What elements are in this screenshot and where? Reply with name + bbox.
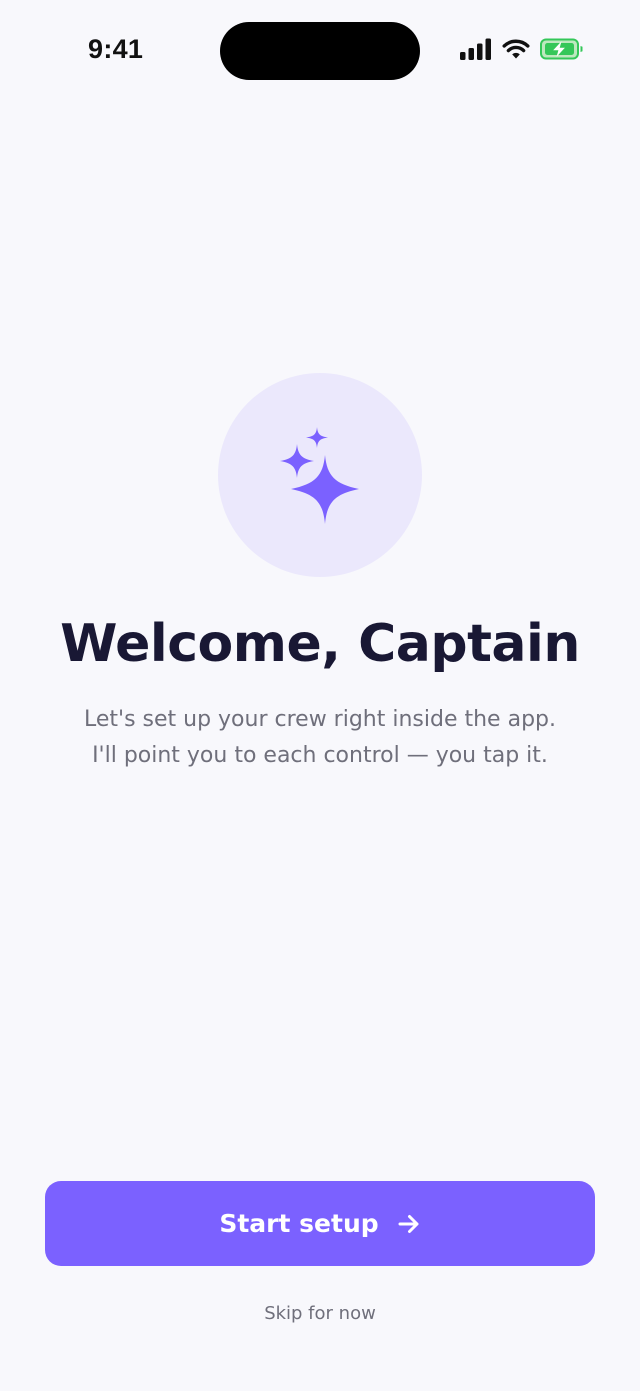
status-time: 9:41 [88,34,144,64]
welcome-subtitle-line-2: I'll point you to each control — you tap… [92,743,548,768]
start-setup-button[interactable]: Start setup [45,1181,595,1266]
welcome-subtitle-line-1: Let's set up your crew right inside the … [83,707,556,732]
arrow-right-icon [398,1214,419,1233]
dynamic-island [220,22,420,80]
battery-charging-icon [540,38,583,60]
status-bar: 9:41 [0,0,640,100]
welcome-title: Welcome, Captain [60,614,580,674]
welcome-subtitle: Let's set up your crew right inside the … [0,702,640,774]
wifi-icon [502,39,530,59]
status-icons [460,38,584,60]
start-setup-label: Start setup [219,1209,379,1238]
skip-for-now-link[interactable]: Skip for now [0,1303,640,1324]
hero-icon-badge [218,373,422,577]
cellular-signal-icon [460,38,491,60]
sparkles-icon [280,427,359,524]
